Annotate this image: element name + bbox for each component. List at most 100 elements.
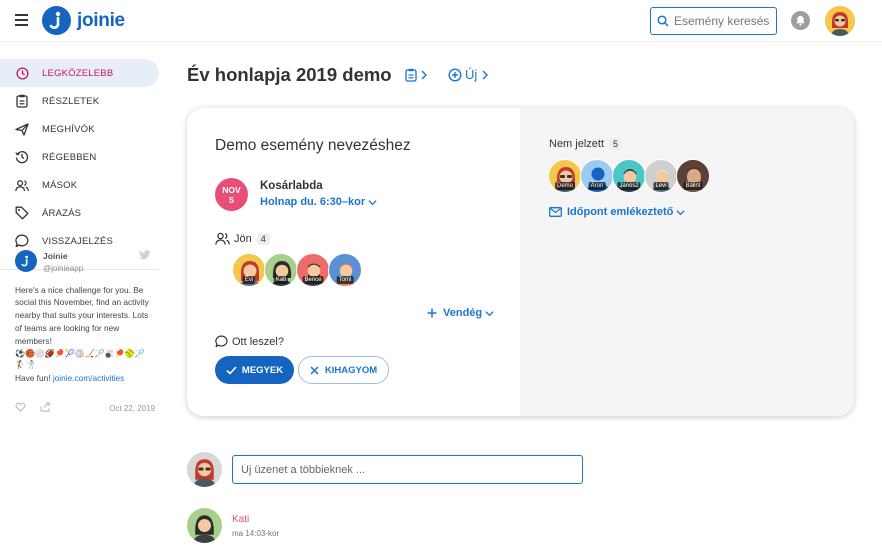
tweet-header: Joinie @joinieapp <box>15 250 155 276</box>
date-day: 5 <box>229 195 234 205</box>
composer-avatar <box>187 452 222 487</box>
going-button[interactable]: MEGYEK <box>215 356 294 384</box>
twitter-bird-icon[interactable] <box>139 250 151 264</box>
tweet-author[interactable]: Joinie <box>43 250 83 263</box>
joinie-logo-icon <box>42 6 71 35</box>
tweet-card: Joinie @joinieapp Here's a nice challeng… <box>15 250 155 384</box>
avatar[interactable]: Áron <box>580 159 614 193</box>
going-count: 4 <box>256 232 270 245</box>
people-icon <box>215 232 230 245</box>
tweet-handle[interactable]: @joinieapp <box>43 263 83 276</box>
avatar[interactable]: Bence <box>296 253 330 287</box>
joinie-logo-icon <box>15 250 37 272</box>
not-marked-count: 5 <box>609 138 623 150</box>
sidebar-item-history[interactable]: RÉGEBBEN <box>0 143 159 171</box>
avatar[interactable]: Demo <box>548 159 582 193</box>
chevron-down-icon <box>368 199 377 205</box>
title-actions: Új <box>405 67 509 82</box>
message-time: ma 14:03-kor <box>232 529 280 538</box>
sidebar-item-label: ÁRAZÁS <box>42 207 82 219</box>
event-time[interactable]: Holnap du. 6:30–kor <box>260 196 377 208</box>
send-icon <box>15 122 29 136</box>
mail-icon <box>549 207 562 217</box>
search-input[interactable] <box>674 14 770 28</box>
sidebar-item-label: RÉSZLETEK <box>42 95 100 107</box>
tweet-emojis-2: 🏌🤺 <box>15 359 35 369</box>
tweet-fun: Have fun! <box>15 372 51 383</box>
sidebar-item-label: MEGHÍVÓK <box>42 123 95 135</box>
tweet-footer-text: Have fun! joinie.com/activities <box>15 372 155 385</box>
search-icon <box>657 15 669 27</box>
page-title: Év honlapja 2019 demo <box>187 64 392 85</box>
tweet-actions: Oct 22, 2019 <box>15 402 155 414</box>
tag-icon <box>15 206 29 220</box>
sidebar-item-details[interactable]: RÉSZLETEK <box>0 87 159 115</box>
search-box[interactable] <box>650 7 777 35</box>
not-marked-panel: Nem jelzett 5 Demo Áron János2 Levi Báli… <box>520 108 854 416</box>
sidebar-nav: LEGKÖZELEBB RÉSZLETEK MEGHÍVÓK RÉGEBBEN … <box>0 42 159 255</box>
message-author[interactable]: Kati <box>232 514 249 525</box>
check-icon <box>226 365 237 375</box>
chevron-down-icon <box>676 209 685 215</box>
not-marked-avatars: Demo Áron János2 Levi Bálint <box>548 159 710 193</box>
logo[interactable]: joinie <box>42 6 125 35</box>
chevron-right-icon <box>482 70 489 79</box>
people-icon <box>15 178 29 192</box>
avatar[interactable]: Évi <box>232 253 266 287</box>
history-icon <box>15 150 29 164</box>
new-label: Új <box>465 67 478 82</box>
avatar[interactable]: Tomi <box>328 253 362 287</box>
plus-circle-icon <box>448 67 462 82</box>
chevron-down-icon <box>485 310 494 316</box>
going-header: Jön 4 <box>215 232 270 245</box>
top-bar: joinie <box>0 0 882 42</box>
chevron-right-icon <box>421 70 427 79</box>
close-icon <box>310 365 319 375</box>
sidebar-item-pricing[interactable]: ÁRAZÁS <box>0 199 159 227</box>
tweet-date: Oct 22, 2019 <box>109 403 155 413</box>
sidebar-item-invites[interactable]: MEGHÍVÓK <box>0 115 159 143</box>
tweet-text: Here's a nice challenge for you. Be soci… <box>15 284 149 346</box>
share-icon[interactable] <box>40 402 51 414</box>
sidebar-item-nearest[interactable]: LEGKÖZELEBB <box>0 59 159 87</box>
going-avatars: Évi Kati Bence Tomi <box>232 253 362 287</box>
tweet-link[interactable]: joinie.com/activities <box>53 373 124 383</box>
activity-info: Kosárlabda Holnap du. 6:30–kor <box>260 180 377 208</box>
sidebar-item-label: MÁSOK <box>42 179 78 191</box>
chat-bubble-icon <box>215 335 228 348</box>
logo-text: joinie <box>77 9 125 31</box>
clipboard-icon <box>15 94 29 108</box>
avatar[interactable]: Kati <box>264 253 298 287</box>
user-avatar[interactable] <box>825 6 855 36</box>
new-button[interactable]: Új <box>448 67 489 82</box>
reminder-button[interactable]: Időpont emlékeztető <box>549 206 685 218</box>
sidebar-item-label: LEGKÖZELEBB <box>42 67 114 79</box>
sidebar-item-label: VISSZAJELZÉS <box>42 235 114 247</box>
date-badge: NOV 5 <box>215 178 248 211</box>
details-button[interactable] <box>405 68 428 82</box>
add-guest-button[interactable]: Vendég <box>427 307 494 319</box>
tweet-emojis: ⚽🏀⚪🏈🏓🎾🏐🏒🏸🎳🏓🥎🏸 <box>15 348 145 358</box>
sidebar-item-others[interactable]: MÁSOK <box>0 171 159 199</box>
avatar[interactable]: János2 <box>612 159 646 193</box>
skip-button[interactable]: KIHAGYOM <box>298 356 389 384</box>
sidebar-item-label: RÉGEBBEN <box>42 151 97 163</box>
clock-icon <box>15 66 29 80</box>
chat-bubble-icon <box>15 234 29 248</box>
message-author-avatar[interactable] <box>187 508 222 543</box>
date-month: NOV <box>222 185 241 195</box>
avatar[interactable]: Bálint <box>676 159 710 193</box>
plus-icon <box>427 308 437 318</box>
heart-icon[interactable] <box>15 402 26 414</box>
event-card: Demo esemény nevezéshez NOV 5 Kosárlabda… <box>187 108 854 416</box>
avatar[interactable]: Levi <box>644 159 678 193</box>
event-title: Demo esemény nevezéshez <box>215 137 411 154</box>
going-label: Jön <box>234 232 252 245</box>
bell-icon[interactable] <box>791 11 810 30</box>
not-marked-header: Nem jelzett 5 <box>549 138 623 150</box>
clipboard-icon <box>405 68 417 82</box>
menu-icon[interactable] <box>15 14 28 26</box>
attendance-question: Ott leszel? <box>215 335 284 348</box>
activity-name: Kosárlabda <box>260 180 323 192</box>
message-input[interactable] <box>232 455 583 484</box>
